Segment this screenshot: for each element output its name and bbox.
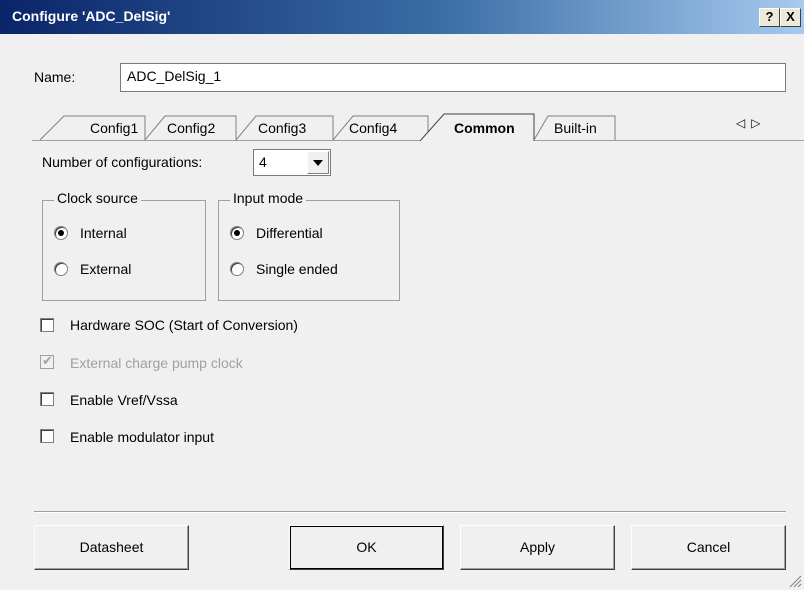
radio-internal[interactable] [54, 226, 68, 240]
num-configs-select[interactable]: 4 [253, 149, 331, 176]
radio-differential[interactable] [230, 226, 244, 240]
checkbox-external-charge-pump: ✔ [40, 353, 54, 369]
num-configs-label: Number of configurations: [42, 154, 203, 170]
tab-config3-label: Config3 [258, 120, 307, 136]
radio-internal-label: Internal [80, 225, 127, 241]
datasheet-button[interactable]: Datasheet [34, 525, 189, 570]
tab-config4[interactable]: Config4 [333, 115, 429, 141]
tab-config1-label: Config1 [90, 120, 139, 136]
ok-button[interactable]: OK [289, 525, 444, 570]
checkbox-enable-modulator-label: Enable modulator input [70, 429, 214, 445]
num-configs-value: 4 [259, 154, 267, 170]
checkbox-enable-modulator[interactable] [40, 429, 54, 443]
cancel-button[interactable]: Cancel [631, 525, 786, 570]
triangle-left-icon[interactable]: ◁ [736, 116, 751, 130]
clock-source-legend: Clock source [54, 190, 141, 206]
window-title: Configure 'ADC_DelSig' [12, 8, 171, 24]
chevron-down-icon[interactable] [307, 151, 329, 174]
checkbox-hardware-soc-label: Hardware SOC (Start of Conversion) [70, 317, 298, 333]
checkbox-enable-vref-label: Enable Vref/Vssa [70, 392, 178, 408]
tab-common-label: Common [454, 120, 515, 136]
tab-common[interactable]: Common [420, 113, 535, 142]
name-input[interactable]: ADC_DelSig_1 [120, 63, 786, 92]
checkbox-hardware-soc[interactable] [40, 318, 54, 332]
help-button[interactable]: ? [759, 8, 780, 27]
radio-single-ended[interactable] [230, 262, 244, 276]
close-button[interactable]: X [780, 8, 801, 27]
tab-scroll-arrows: ◁▷ [736, 116, 766, 130]
name-label: Name: [34, 69, 76, 85]
radio-external-label: External [80, 261, 132, 277]
checkbox-enable-vref[interactable] [40, 392, 54, 406]
radio-differential-label: Differential [256, 225, 323, 241]
tab-config4-label: Config4 [349, 120, 398, 136]
checkmark-icon: ✔ [42, 353, 53, 368]
bottom-separator [34, 511, 786, 513]
tab-config2-label: Config2 [167, 120, 216, 136]
clock-source-group [42, 200, 206, 301]
title-bar: Configure 'ADC_DelSig' ? X [0, 0, 804, 34]
input-mode-legend: Input mode [230, 190, 307, 206]
input-mode-group [218, 200, 400, 301]
apply-button[interactable]: Apply [460, 525, 615, 570]
radio-external[interactable] [54, 262, 68, 276]
tab-config1[interactable]: Config1 [40, 115, 146, 141]
radio-single-ended-label: Single ended [256, 261, 338, 277]
tab-config3[interactable]: Config3 [236, 115, 334, 141]
triangle-right-icon[interactable]: ▷ [751, 116, 766, 130]
tab-config2[interactable]: Config2 [145, 115, 237, 141]
checkbox-external-charge-pump-label: External charge pump clock [70, 355, 243, 371]
resize-grip-icon[interactable] [788, 574, 802, 588]
tab-built-in[interactable]: Built-in [534, 115, 616, 141]
tab-built-in-label: Built-in [554, 120, 597, 136]
